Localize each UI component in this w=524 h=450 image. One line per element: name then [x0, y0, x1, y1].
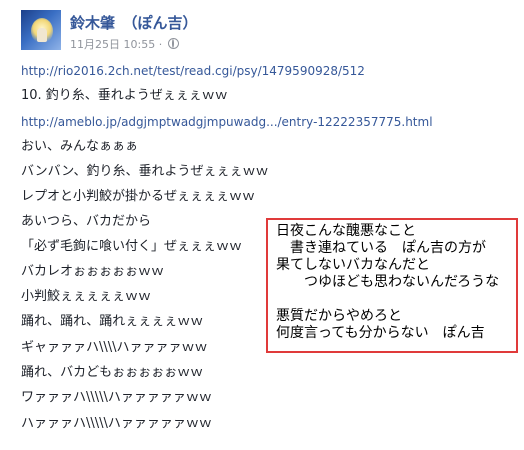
post-link-2[interactable]: http://ameblo.jp/adgjmptwadgjmpuwadg.../…: [21, 113, 433, 131]
post-text-line: ワァァァハ\\\\\ハァァァァァｗｗ: [21, 390, 212, 405]
post-text-line: レプオと小判鮫が掛かるぜぇぇぇぇｗｗ: [21, 189, 256, 204]
post-text-line: 踊れ、踊れ、踊れぇぇぇぇｗｗ: [21, 314, 204, 329]
post-text-line: 「必ず毛鉤に喰い付く」ぜぇぇぇｗｗ: [21, 239, 243, 254]
globe-icon: [167, 38, 179, 49]
annotation-box: 日夜こんな醜悪なこと 書き連ねている ぽん吉の方が 果てしないバカなんだと つゆ…: [266, 218, 518, 353]
post-text-line: あいつら、バカだから: [21, 214, 152, 229]
post-text-line: バンバン、釣り糸、垂れようぜぇぇぇｗｗ: [21, 164, 269, 179]
meta-separator: ·: [158, 38, 163, 51]
avatar-figure: [37, 28, 47, 42]
annotation-line: 日夜こんな醜悪なこと: [276, 223, 416, 239]
annotation-line: 書き連ねている ぽん吉の方が: [276, 240, 486, 256]
post-meta: 11月25日 10:55 ·: [70, 36, 179, 52]
post-text-line: おい、みんなぁぁぁ: [21, 139, 139, 154]
post-text-line: ハァァァハ\\\\\ハァァァァァｗｗ: [21, 416, 212, 431]
annotation-line: 何度言っても分からない ぽん吉: [276, 325, 485, 341]
author-name[interactable]: 鈴木肇 （ぽん吉）: [70, 12, 198, 33]
annotation-line: 悪質だからやめろと: [276, 308, 402, 324]
post-date[interactable]: 11月25日 10:55: [70, 38, 155, 51]
post-text-line: 踊れ、バカどもぉぉぉぉぉｗｗ: [21, 365, 204, 380]
post-link-1[interactable]: http://rio2016.2ch.net/test/read.cgi/psy…: [21, 62, 365, 80]
post-text-line: バカレオぉぉぉぉぉｗｗ: [21, 264, 165, 279]
avatar[interactable]: [21, 10, 61, 50]
facebook-post: 鈴木肇 （ぽん吉） 11月25日 10:55 · http://rio2016.…: [0, 0, 524, 450]
post-text-line: ギャァァァハ\\\\ハァァァァｗｗ: [21, 340, 208, 355]
annotation-line: つゆほども思わないんだろうな: [276, 274, 500, 290]
annotation-line: 果てしないバカなんだと: [276, 257, 430, 273]
post-text-line: 10. 釣り糸、垂れようぜぇぇぇｗｗ: [21, 88, 228, 103]
post-text-line: 小判鮫ぇぇぇぇぇｗｗ: [21, 289, 152, 304]
